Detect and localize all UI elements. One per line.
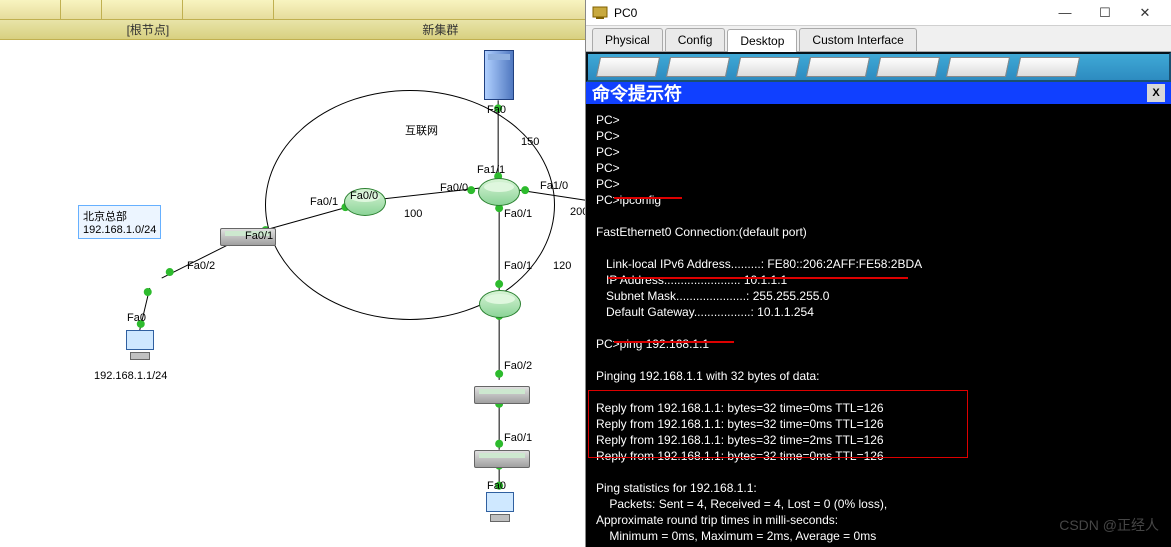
hq-label-box: 北京总部 192.168.1.0/24 bbox=[78, 205, 161, 239]
router-top[interactable] bbox=[478, 178, 520, 206]
terminal-line: Packets: Sent = 4, Received = 4, Lost = … bbox=[596, 496, 1161, 512]
terminal-line: Ping statistics for 192.168.1.1: bbox=[596, 480, 1161, 496]
terminal-titlebar: 命令提示符 X bbox=[586, 82, 1171, 104]
desktop-app-icon[interactable] bbox=[1016, 57, 1080, 77]
distance-label: 200 bbox=[570, 206, 586, 218]
switch-branch[interactable] bbox=[474, 386, 530, 404]
terminal-line bbox=[596, 352, 1161, 368]
pt-toolbar bbox=[0, 0, 585, 20]
desktop-app-icon[interactable] bbox=[876, 57, 940, 77]
maximize-button[interactable]: ☐ bbox=[1085, 2, 1125, 24]
tab-bar: Physical Config Desktop Custom Interface bbox=[586, 26, 1171, 52]
terminal-close-button[interactable]: X bbox=[1147, 84, 1165, 102]
pc-hq[interactable] bbox=[124, 330, 156, 366]
port-label: Fa0/2 bbox=[187, 260, 215, 272]
desktop-app-strip bbox=[586, 52, 1171, 82]
switch-branch2[interactable] bbox=[474, 450, 530, 468]
packet-tracer-pane: [根节点] 新集群 bbox=[0, 0, 586, 547]
tab-config[interactable]: Config bbox=[665, 28, 726, 51]
port-label: Fa0 bbox=[487, 480, 506, 492]
terminal-line: PC> bbox=[596, 160, 1161, 176]
window-title: PC0 bbox=[614, 6, 637, 20]
desktop-app-icon[interactable] bbox=[666, 57, 730, 77]
internet-cloud bbox=[265, 90, 555, 320]
pc-subnet-label: 192.168.1.1/24 bbox=[94, 370, 167, 382]
terminal-line bbox=[596, 240, 1161, 256]
port-label: Fa0 bbox=[127, 312, 146, 324]
terminal-line: Link-local IPv6 Address.........: FE80::… bbox=[596, 256, 1161, 272]
terminal-title-text: 命令提示符 bbox=[592, 80, 682, 106]
terminal-line: PC>ipconfig bbox=[596, 192, 1161, 208]
terminal-line: PC> bbox=[596, 128, 1161, 144]
switch-hq[interactable] bbox=[220, 228, 276, 246]
pt-subtoolbar: [根节点] 新集群 bbox=[0, 20, 585, 40]
terminal-line: Default Gateway.................: 10.1.1… bbox=[596, 304, 1161, 320]
server-icon[interactable] bbox=[484, 50, 514, 100]
root-node-label[interactable]: [根节点] bbox=[127, 21, 170, 38]
desktop-app-icon[interactable] bbox=[806, 57, 870, 77]
new-cluster-label[interactable]: 新集群 bbox=[422, 21, 458, 38]
minimize-button[interactable]: — bbox=[1045, 2, 1085, 24]
port-label: Fa0/1 bbox=[504, 432, 532, 444]
desktop-app-icon[interactable] bbox=[596, 57, 660, 77]
terminal-output[interactable]: PC>PC>PC>PC>PC>PC>ipconfig FastEthernet0… bbox=[586, 104, 1171, 547]
hq-subnet: 192.168.1.0/24 bbox=[83, 224, 156, 236]
terminal-line: PC> bbox=[596, 176, 1161, 192]
terminal-line: PC> bbox=[596, 112, 1161, 128]
pc-branch[interactable] bbox=[484, 492, 516, 528]
hq-name: 北京总部 bbox=[83, 208, 156, 224]
tab-desktop[interactable]: Desktop bbox=[727, 29, 797, 52]
topology-canvas[interactable]: 互联网 北京总部 192.168.1.0/24 Fa0 Fa1/1 150 Fa… bbox=[0, 40, 585, 547]
tab-physical[interactable]: Physical bbox=[592, 28, 663, 51]
distance-label: 120 bbox=[553, 260, 571, 272]
terminal-line: Minimum = 0ms, Maximum = 2ms, Average = … bbox=[596, 528, 1161, 544]
terminal-line: Approximate round trip times in milli-se… bbox=[596, 512, 1161, 528]
desktop-app-icon[interactable] bbox=[946, 57, 1010, 77]
terminal-line: FastEthernet0 Connection:(default port) bbox=[596, 224, 1161, 240]
pc0-window: PC0 — ☐ ✕ Physical Config Desktop Custom… bbox=[586, 0, 1171, 547]
terminal-line bbox=[596, 464, 1161, 480]
terminal-line: PC> bbox=[596, 144, 1161, 160]
tab-custom-interface[interactable]: Custom Interface bbox=[799, 28, 916, 51]
app-icon bbox=[592, 5, 608, 21]
terminal-line bbox=[596, 320, 1161, 336]
terminal-line: IP Address......................: 10.1.1… bbox=[596, 272, 1161, 288]
terminal-line bbox=[596, 208, 1161, 224]
port-label: Fa0/2 bbox=[504, 360, 532, 372]
router-bottom[interactable] bbox=[479, 290, 521, 318]
close-button[interactable]: ✕ bbox=[1125, 2, 1165, 24]
terminal-line: Subnet Mask.....................: 255.25… bbox=[596, 288, 1161, 304]
desktop-app-icon[interactable] bbox=[736, 57, 800, 77]
terminal-line: Pinging 192.168.1.1 with 32 bytes of dat… bbox=[596, 368, 1161, 384]
titlebar: PC0 — ☐ ✕ bbox=[586, 0, 1171, 26]
router-left[interactable] bbox=[344, 188, 386, 216]
terminal-line: PC>ping 192.168.1.1 bbox=[596, 336, 1161, 352]
